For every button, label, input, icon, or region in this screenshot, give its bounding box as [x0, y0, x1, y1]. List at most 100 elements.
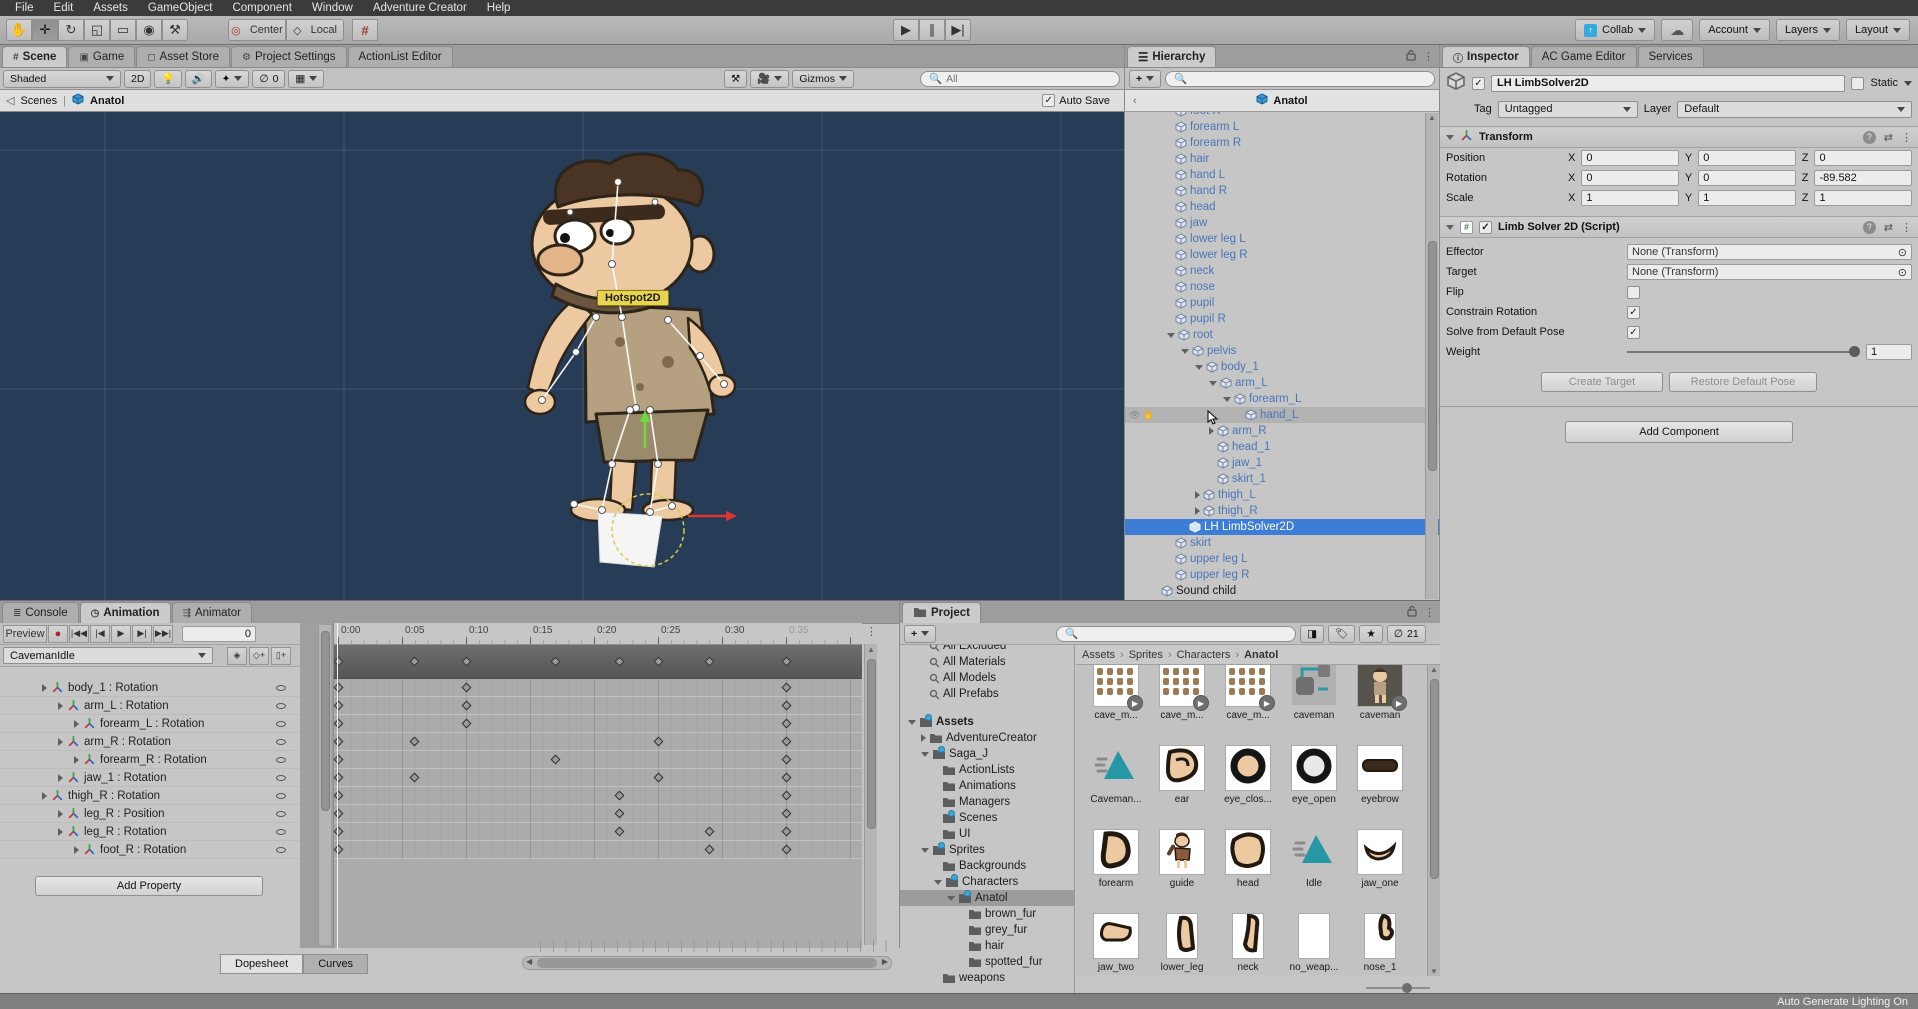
curve-toggle[interactable] [276, 775, 286, 781]
scale-z-field[interactable]: 1 [1814, 190, 1912, 206]
scene-viewport[interactable]: Hotspot2D [0, 112, 1124, 600]
asset-thumbnail[interactable]: ▶ [1093, 665, 1139, 707]
layer-dropdown[interactable]: Default [1677, 101, 1912, 118]
keyframe[interactable] [653, 773, 663, 783]
prev-frame-button[interactable]: |◀ [90, 625, 110, 643]
help-icon[interactable]: ? [1863, 131, 1876, 144]
add-event-button[interactable]: ▯+ [271, 647, 291, 665]
keyframe[interactable] [334, 719, 343, 729]
project-folder-Backgrounds[interactable]: Backgrounds [900, 858, 1074, 874]
hierarchy-item-body_1[interactable]: body_1 [1125, 359, 1439, 375]
curve-toggle[interactable] [276, 829, 286, 835]
breadcrumb-Anatol[interactable]: Anatol [1244, 649, 1278, 661]
tab-project-settings[interactable]: ⚙Project Settings [231, 46, 347, 67]
hierarchy-item-nose[interactable]: nose [1125, 279, 1439, 295]
audio-toggle[interactable]: 🔊 [185, 70, 212, 88]
hierarchy-item-skirt_1[interactable]: skirt_1 [1125, 471, 1439, 487]
anim-prop-leg_R[interactable]: leg_R : Position [0, 805, 300, 823]
project-folder-Assets[interactable]: Assets [900, 714, 1074, 730]
curve-toggle[interactable] [276, 793, 286, 799]
project-folder-ActionLists[interactable]: ActionLists [900, 762, 1074, 778]
hidden-count-toggle[interactable]: ∅21 [1387, 625, 1426, 643]
asset-thumbnail[interactable] [1166, 913, 1198, 959]
last-frame-button[interactable]: ▶▶| [153, 625, 173, 643]
collab-dropdown[interactable]: ↑Collab [1575, 19, 1655, 41]
project-folder-AdventureCreator[interactable]: AdventureCreator [900, 730, 1074, 746]
curve-toggle[interactable] [276, 685, 286, 691]
keyframe[interactable] [334, 845, 343, 855]
anim-prop-arm_L[interactable]: arm_L : Rotation [0, 697, 300, 715]
keyframe[interactable] [334, 657, 343, 667]
hand-tool[interactable]: ✋ [6, 19, 32, 41]
keyframe[interactable] [615, 809, 625, 819]
lock-icon[interactable] [1406, 49, 1416, 64]
tab-hierarchy[interactable]: ☰Hierarchy [1127, 46, 1216, 67]
playhead[interactable] [337, 623, 338, 949]
anim-prop-leg_R[interactable]: leg_R : Rotation [0, 823, 300, 841]
lighting-toggle[interactable]: 💡 [154, 70, 181, 88]
dopesheet-vscrollbar[interactable]: ▲ [864, 645, 877, 945]
rotate-tool[interactable]: ↻ [58, 19, 84, 41]
anim-prop-foot_R[interactable]: foot_R : Rotation [0, 841, 300, 859]
menu-window[interactable]: Window [303, 1, 362, 15]
keyframe[interactable] [615, 657, 625, 667]
keyframe[interactable] [704, 827, 714, 837]
transform-tool[interactable]: ◉ [136, 19, 162, 41]
hierarchy-item-thigh_L[interactable]: thigh_L [1125, 487, 1439, 503]
hierarchy-item-hair[interactable]: hair [1125, 151, 1439, 167]
asset-grid-scrollbar[interactable]: ▲▼ [1427, 665, 1440, 976]
asset-ear[interactable]: ear [1150, 745, 1214, 805]
menu-file[interactable]: File [6, 1, 43, 15]
presets-icon[interactable]: ⇄ [1884, 221, 1893, 234]
back-chevron-icon[interactable]: ‹ [1133, 95, 1137, 107]
asset-thumbnail[interactable] [1093, 913, 1139, 959]
object-picker-icon[interactable]: ⊙ [1898, 246, 1907, 259]
restore-default-pose-button[interactable]: Restore Default Pose [1669, 372, 1817, 392]
thumbnail-zoom-slider[interactable] [1366, 987, 1430, 989]
menu-dots-icon[interactable]: ⋮ [1901, 221, 1912, 234]
tab-asset-store[interactable]: ◻Asset Store [136, 46, 230, 67]
limbsolver-component-header[interactable]: # ✓ Limb Solver 2D (Script) ?⇄⋮ [1440, 216, 1918, 238]
dopesheet[interactable]: 0:000:050:100:150:200:250:300:35 [334, 623, 862, 949]
tab-game[interactable]: ▣Game [68, 46, 135, 67]
keyframe[interactable] [410, 737, 420, 747]
breadcrumb-Characters[interactable]: Characters [1177, 649, 1231, 661]
2d-toggle[interactable]: 2D [124, 70, 151, 88]
hotspot2d-label[interactable]: Hotspot2D [597, 290, 669, 306]
component-enabled-checkbox[interactable]: ✓ [1479, 221, 1492, 234]
keyframe[interactable] [461, 719, 471, 729]
hidden-objects-toggle[interactable]: ∅0 [252, 70, 285, 88]
project-folder-Characters[interactable]: Characters [900, 874, 1074, 890]
anim-prop-thigh_R[interactable]: thigh_R : Rotation [0, 787, 300, 805]
lock-icon[interactable] [1407, 605, 1417, 620]
project-folder-hair[interactable]: hair [900, 938, 1074, 954]
hierarchy-item-neck[interactable]: neck [1125, 263, 1439, 279]
keyframe[interactable] [781, 755, 791, 765]
dopesheet-menu-icon[interactable]: ⋮ [866, 625, 877, 638]
asset-cave_m[interactable]: ▶ cave_m... [1084, 665, 1148, 721]
menu-dots-icon[interactable]: ⋮ [1901, 131, 1912, 144]
keyframe[interactable] [334, 683, 343, 693]
static-dropdown-icon[interactable] [1904, 81, 1912, 86]
asset-thumbnail[interactable] [1364, 913, 1396, 959]
current-frame-field[interactable]: 0 [182, 626, 256, 642]
project-folder-All Excluded[interactable]: All Excluded [900, 645, 1074, 654]
asset-caveman[interactable]: ▶ caveman [1348, 665, 1412, 721]
asset-thumbnail[interactable] [1159, 829, 1205, 875]
dopesheet-hscrollbar[interactable]: ◀▶ [522, 956, 892, 970]
constrain-rotation-checkbox[interactable]: ✓ [1627, 306, 1640, 319]
asset-head[interactable]: head [1216, 829, 1280, 889]
hierarchy-item-forearm-R[interactable]: forearm R [1125, 135, 1439, 151]
menu-component[interactable]: Component [223, 1, 300, 15]
layout-dropdown[interactable]: Layout [1846, 19, 1910, 41]
rotation-y-field[interactable]: 0 [1698, 170, 1796, 186]
asset-nose_1[interactable]: nose_1 [1348, 913, 1412, 973]
project-folder-weapons[interactable]: weapons [900, 970, 1074, 986]
hierarchy-item-Sound-child[interactable]: Sound child [1125, 583, 1439, 599]
tab-dopesheet[interactable]: Dopesheet [220, 954, 303, 974]
keyframe[interactable] [551, 755, 561, 765]
cloud-button[interactable]: ☁ [1661, 19, 1693, 41]
search-by-type-icon[interactable]: ◨ [1300, 625, 1324, 643]
rotation-z-field[interactable]: -89.582 [1814, 170, 1912, 186]
anim-prop-forearm_R[interactable]: forearm_R : Rotation [0, 751, 300, 769]
